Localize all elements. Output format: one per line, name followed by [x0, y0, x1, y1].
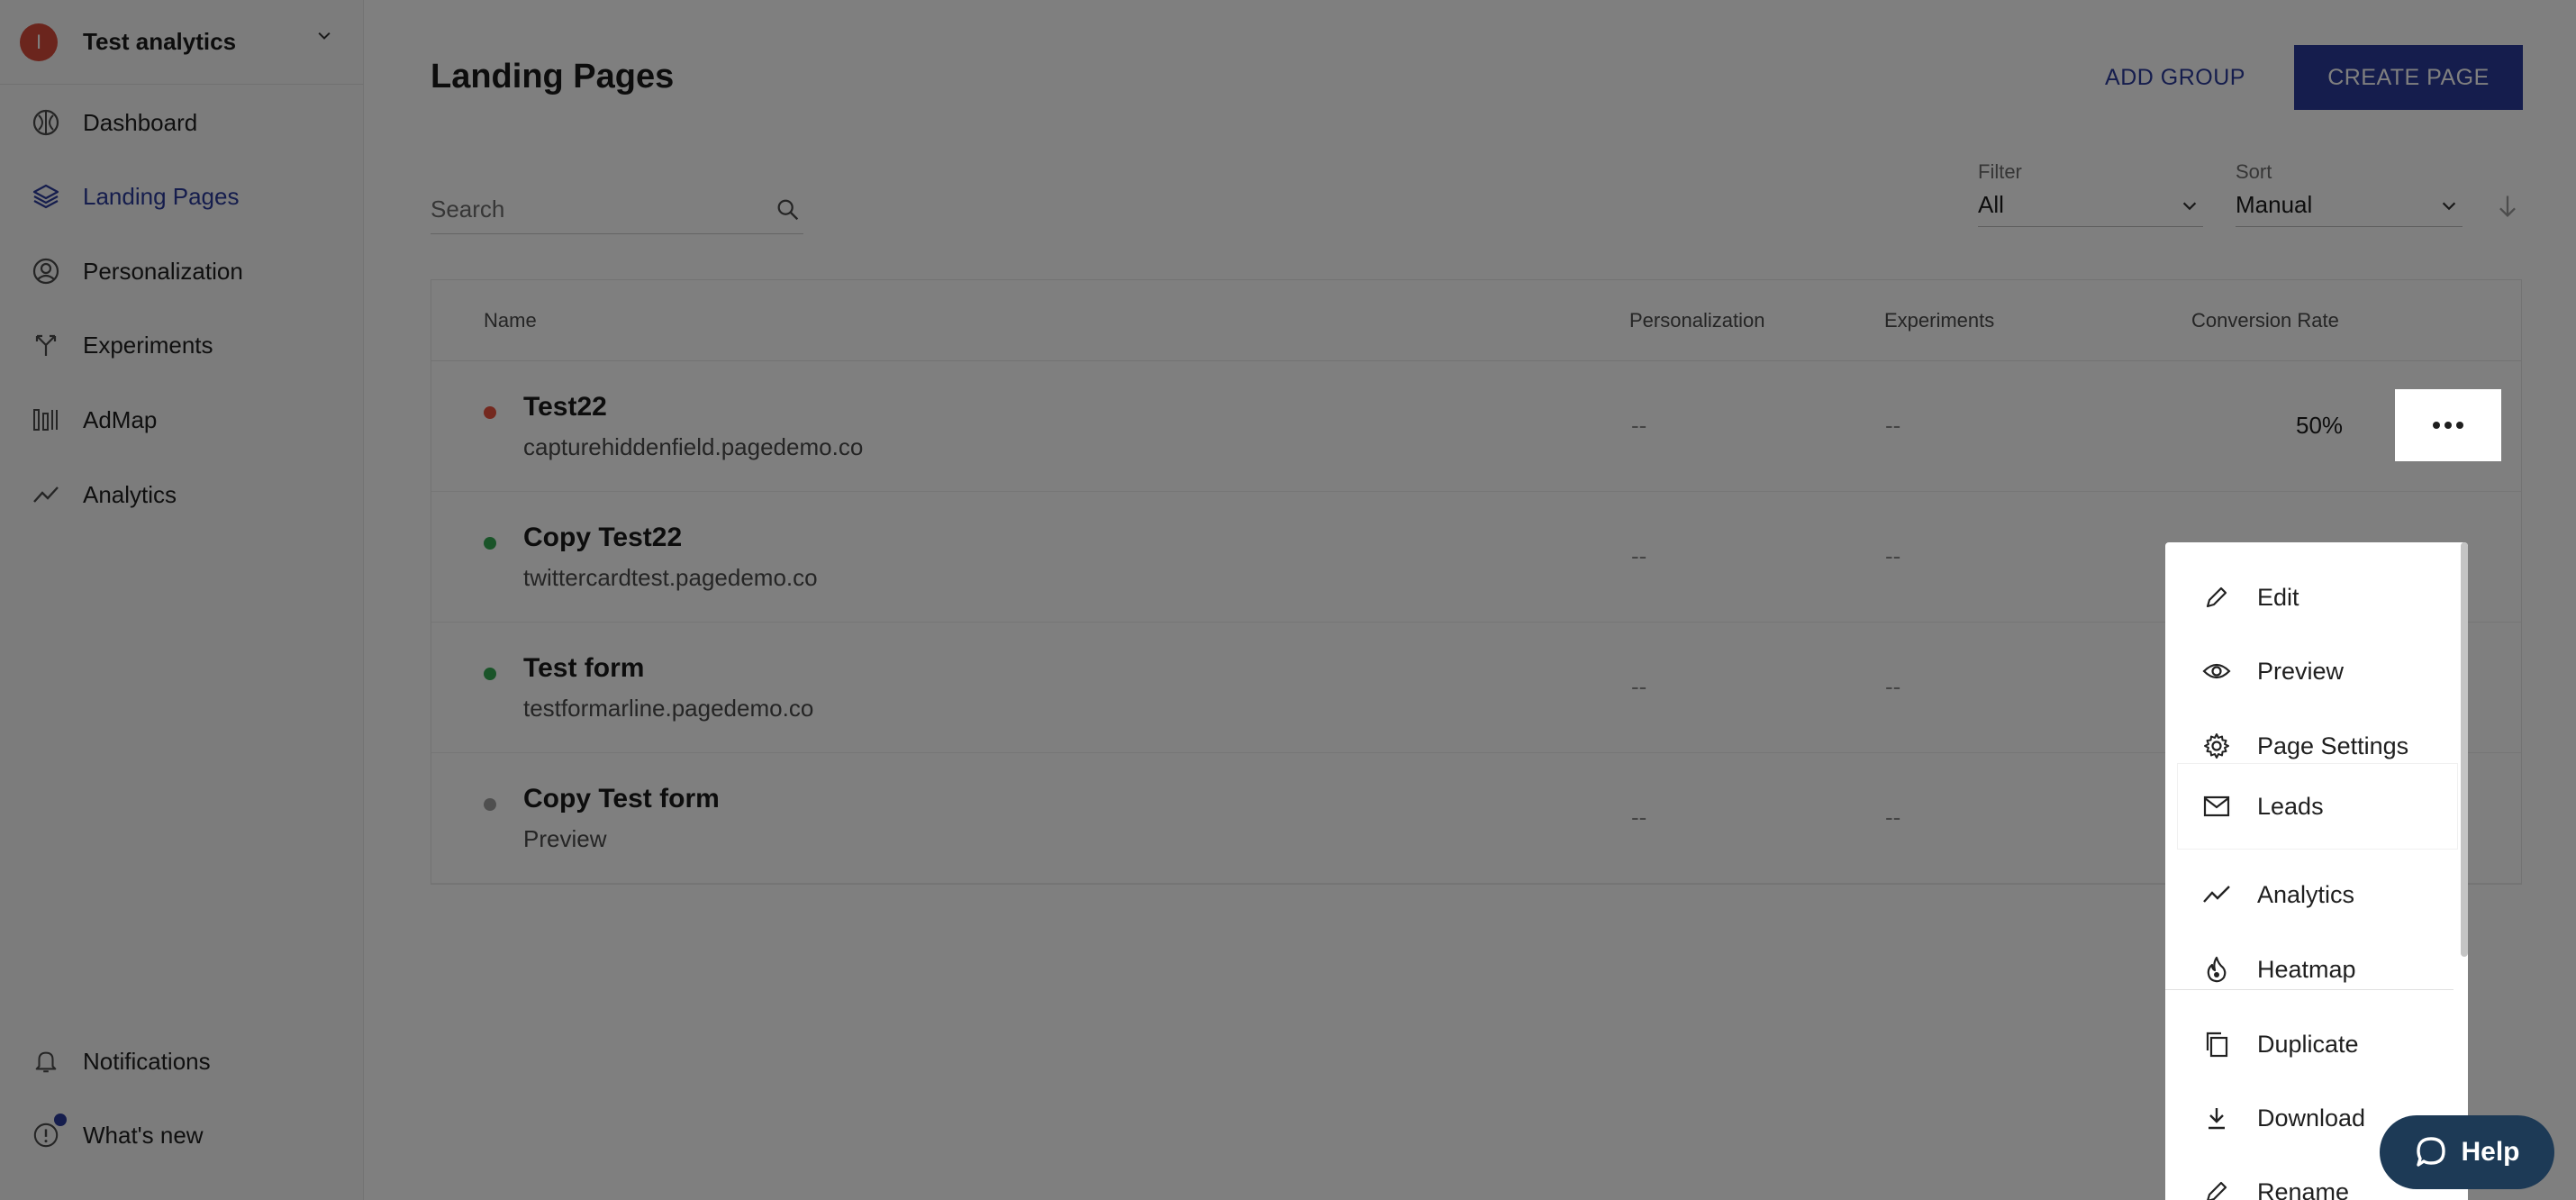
download-icon: [2201, 1103, 2232, 1133]
menu-item-preview[interactable]: Preview: [2165, 634, 2454, 708]
chat-bubble-icon: [2417, 1137, 2446, 1167]
help-button[interactable]: Help: [2380, 1115, 2554, 1189]
trend-line-icon: [2201, 879, 2232, 910]
menu-item-edit[interactable]: Edit: [2165, 560, 2454, 634]
menu-item-duplicate[interactable]: Duplicate: [2165, 1007, 2454, 1081]
copy-icon: [2201, 1029, 2232, 1059]
pencil-icon: [2201, 582, 2232, 613]
menu-item-analytics[interactable]: Analytics: [2165, 858, 2454, 932]
help-label: Help: [2461, 1137, 2520, 1167]
menu-item-label: Analytics: [2257, 880, 2355, 908]
menu-item-label: Heatmap: [2257, 955, 2356, 983]
menu-scrollbar[interactable]: [2461, 542, 2468, 957]
menu-item-label: Duplicate: [2257, 1030, 2359, 1058]
menu-item-label: Edit: [2257, 583, 2299, 611]
pencil-icon: [2201, 1177, 2232, 1200]
mail-icon: [2201, 791, 2232, 822]
more-horizontal-icon: [2433, 422, 2463, 429]
gear-icon: [2201, 731, 2232, 761]
row-more-button[interactable]: [2395, 389, 2501, 461]
flame-icon: [2201, 954, 2232, 985]
menu-item-label: Leads: [2257, 792, 2324, 820]
row-actions-menu: Edit Preview Page Settings Leads Analyti…: [2165, 542, 2468, 1200]
menu-item-heatmap[interactable]: Heatmap: [2165, 932, 2454, 1006]
menu-item-label: Page Settings: [2257, 732, 2409, 759]
menu-divider: [2165, 989, 2454, 990]
menu-item-label: Preview: [2257, 657, 2345, 685]
menu-item-label: Rename: [2257, 1177, 2350, 1200]
menu-item-label: Download: [2257, 1104, 2366, 1132]
menu-item-leads[interactable]: Leads: [2178, 764, 2457, 849]
eye-icon: [2201, 656, 2232, 686]
